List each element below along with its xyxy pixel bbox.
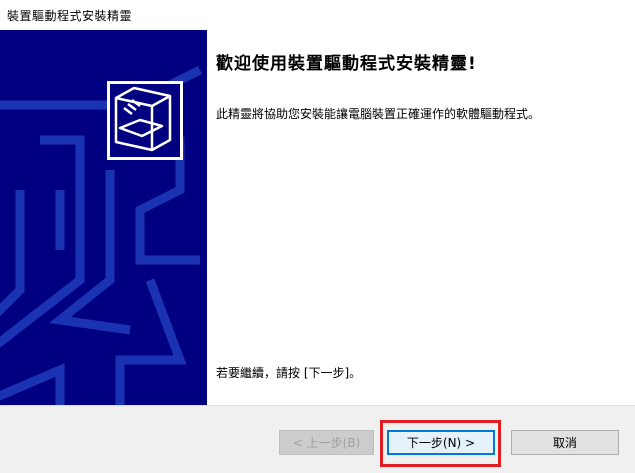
window-title: 裝置驅動程式安裝精靈 <box>7 9 133 23</box>
cancel-button[interactable]: 取消 <box>511 430 619 455</box>
wizard-side-panel <box>0 30 207 405</box>
welcome-heading: 歡迎使用裝置驅動程式安裝精靈! <box>216 54 477 74</box>
title-bar: 裝置驅動程式安裝精靈 <box>0 0 635 30</box>
next-button[interactable]: 下一步(N) > <box>387 430 495 455</box>
button-bar: < 上一步(B) 下一步(N) > 取消 <box>0 405 635 473</box>
continue-hint: 若要繼續，請按 [下一步]。 <box>216 366 362 380</box>
device-install-icon <box>107 81 183 160</box>
back-button[interactable]: < 上一步(B) <box>279 430 374 455</box>
wizard-content: 歡迎使用裝置驅動程式安裝精靈! 此精靈將協助您安裝能讓電腦裝置正確運作的軟體驅動… <box>207 30 635 405</box>
wizard-description: 此精靈將協助您安裝能讓電腦裝置正確運作的軟體驅動程式。 <box>216 107 541 121</box>
